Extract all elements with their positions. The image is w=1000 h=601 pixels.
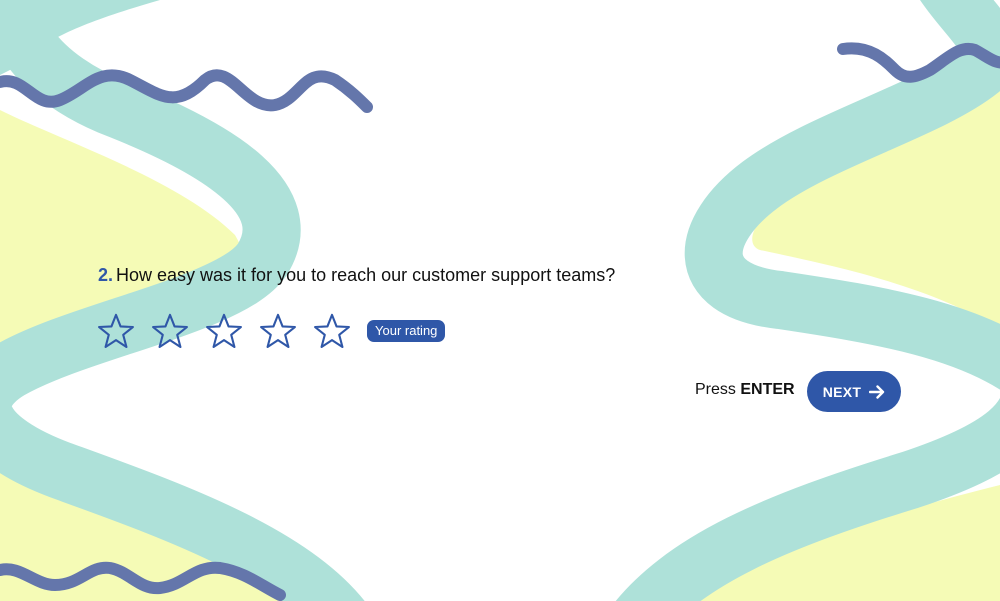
next-button[interactable]: NEXT xyxy=(807,371,901,412)
survey-page: 2. How easy was it for you to reach our c… xyxy=(0,0,1000,601)
question-label: How easy was it for you to reach our cus… xyxy=(116,265,616,285)
star-2-icon[interactable] xyxy=(151,312,189,350)
question-text: 2. How easy was it for you to reach our c… xyxy=(98,265,615,286)
star-4-icon[interactable] xyxy=(259,312,297,350)
rating-badge: Your rating xyxy=(367,320,446,342)
star-1-icon[interactable] xyxy=(97,312,135,350)
enter-key-label: ENTER xyxy=(740,381,795,398)
arrow-right-icon xyxy=(869,384,885,399)
question-number: 2. xyxy=(98,265,114,285)
next-button-label: NEXT xyxy=(822,383,862,400)
press-enter-hint: Press ENTER xyxy=(695,381,795,399)
star-3-icon[interactable] xyxy=(205,312,243,350)
star-5-icon[interactable] xyxy=(313,312,351,350)
press-prefix: Press xyxy=(695,381,736,398)
star-rating: Your rating xyxy=(97,312,446,350)
decorative-background xyxy=(0,0,1000,601)
